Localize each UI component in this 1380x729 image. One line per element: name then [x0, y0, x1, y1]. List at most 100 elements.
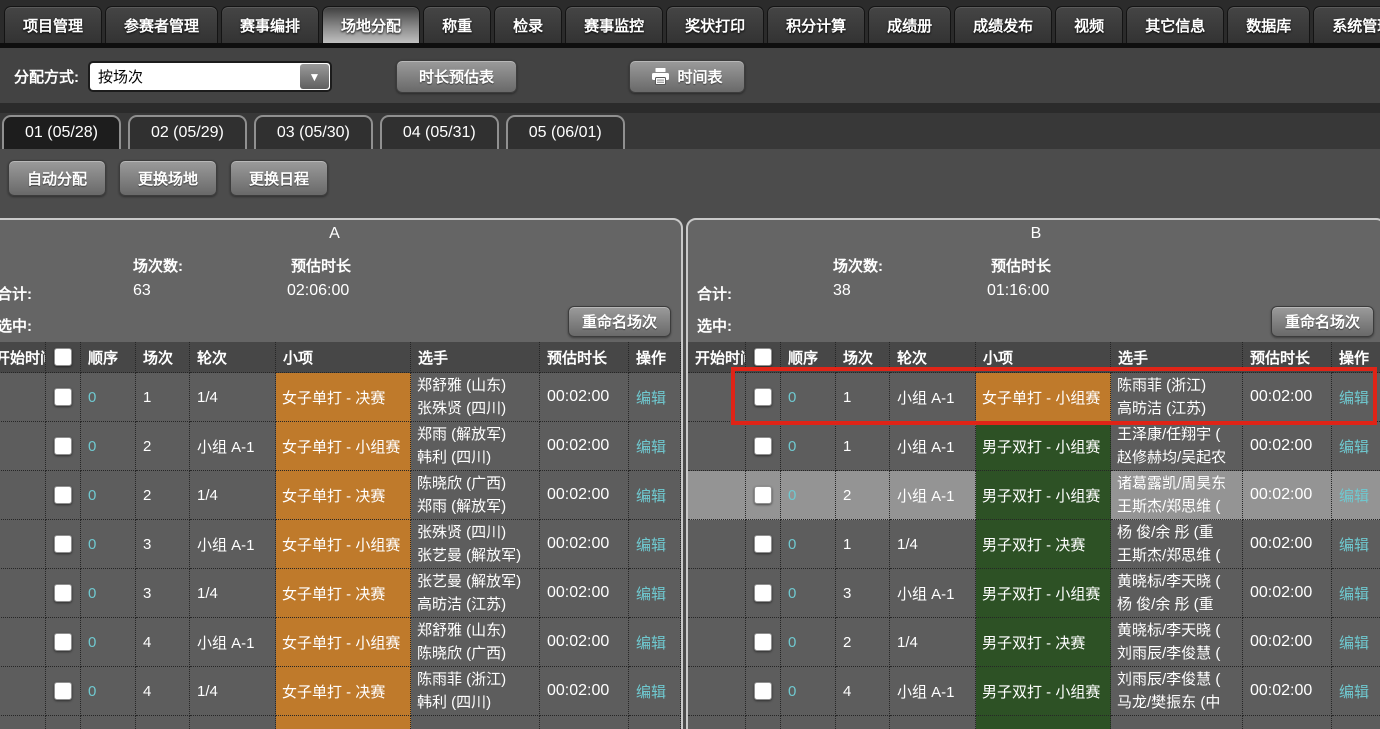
- match-no-cell: [136, 716, 190, 729]
- player-line-1: 诸葛露凯/周昊东: [1117, 472, 1226, 495]
- select-all-checkbox[interactable]: [754, 348, 772, 366]
- row-checkbox[interactable]: [54, 584, 72, 602]
- assign-mode-select[interactable]: 按场次 ▼: [88, 61, 332, 92]
- round-cell: [890, 716, 976, 729]
- timetable-label: 时间表: [677, 66, 722, 87]
- nav-tab-5[interactable]: 称重: [423, 6, 491, 43]
- edit-link[interactable]: 编辑: [629, 569, 681, 618]
- start-time-cell: [688, 373, 746, 422]
- player-line-1: 张艺曼 (解放军): [417, 570, 521, 593]
- date-tab-3[interactable]: 03 (05/30): [254, 115, 373, 149]
- start-time-cell: [0, 373, 46, 422]
- nav-tab-8[interactable]: 奖状打印: [666, 6, 764, 43]
- row-checkbox[interactable]: [754, 584, 772, 602]
- row-checkbox[interactable]: [54, 437, 72, 455]
- edit-link[interactable]: 编辑: [629, 667, 681, 716]
- nav-tab-3[interactable]: 赛事编排: [221, 6, 319, 43]
- nav-tab-7[interactable]: 赛事监控: [565, 6, 663, 43]
- player-line-1: 刘雨辰/李俊慧 (: [1117, 668, 1220, 691]
- nav-tab-10[interactable]: 成绩册: [868, 6, 951, 43]
- nav-tab-6[interactable]: 检录: [494, 6, 562, 43]
- duration-cell: [1243, 716, 1332, 729]
- nav-tab-2[interactable]: 参赛者管理: [105, 6, 218, 43]
- round-cell: 1/4: [890, 618, 976, 667]
- rename-match-button[interactable]: 重命名场次: [568, 306, 671, 337]
- edit-link[interactable]: 编辑: [629, 716, 681, 729]
- edit-link[interactable]: 编辑: [1332, 716, 1380, 729]
- change-schedule-button[interactable]: 更换日程: [230, 160, 328, 196]
- row-checkbox[interactable]: [754, 535, 772, 553]
- nav-tab-4[interactable]: 场地分配: [322, 6, 420, 43]
- timetable-button[interactable]: 时间表: [629, 60, 745, 93]
- change-court-button[interactable]: 更换场地: [119, 160, 217, 196]
- row-checkbox[interactable]: [754, 486, 772, 504]
- edit-link[interactable]: 编辑: [1332, 569, 1380, 618]
- column-header-4: 小项: [276, 342, 411, 373]
- date-tab-5[interactable]: 05 (06/01): [506, 115, 625, 149]
- row-checkbox-cell: [46, 618, 81, 667]
- edit-link[interactable]: 编辑: [1332, 422, 1380, 471]
- rename-match-button[interactable]: 重命名场次: [1271, 306, 1374, 337]
- date-tab-2[interactable]: 02 (05/29): [128, 115, 247, 149]
- row-checkbox[interactable]: [54, 535, 72, 553]
- table-row: 女子单打 - 小组赛陈雨菲 (浙江)编辑: [0, 716, 681, 729]
- row-checkbox[interactable]: [754, 437, 772, 455]
- panel-a-header: A 场次数: 预估时长 合计: 63 02:06:00 选中: 重命名场次: [0, 220, 681, 342]
- edit-link[interactable]: 编辑: [629, 520, 681, 569]
- duration-cell: 00:02:00: [540, 520, 629, 569]
- row-checkbox[interactable]: [54, 633, 72, 651]
- edit-link[interactable]: 编辑: [1332, 471, 1380, 520]
- date-tab-4[interactable]: 04 (05/31): [380, 115, 499, 149]
- match-no-cell: 1: [836, 373, 890, 422]
- order-cell: 0: [81, 667, 136, 716]
- row-checkbox[interactable]: [54, 388, 72, 406]
- schedule-table-a: 开始时间顺序场次轮次小项选手预估时长操作011/4女子单打 - 决赛郑舒雅 (山…: [0, 342, 681, 729]
- edit-link[interactable]: 编辑: [1332, 667, 1380, 716]
- nav-tab-12[interactable]: 视频: [1055, 6, 1123, 43]
- edit-link[interactable]: 编辑: [1332, 520, 1380, 569]
- edit-link[interactable]: 编辑: [629, 471, 681, 520]
- nav-tab-9[interactable]: 积分计算: [767, 6, 865, 43]
- player-line-2: 韩利 (四川): [417, 691, 491, 714]
- nav-tab-13[interactable]: 其它信息: [1126, 6, 1224, 43]
- edit-link[interactable]: 编辑: [1332, 373, 1380, 422]
- total-label: 合计:: [0, 283, 32, 304]
- row-checkbox[interactable]: [754, 633, 772, 651]
- select-all-checkbox[interactable]: [54, 348, 72, 366]
- chevron-down-icon[interactable]: ▼: [300, 64, 329, 89]
- nav-tab-14[interactable]: 数据库: [1227, 6, 1310, 43]
- auto-assign-button[interactable]: 自动分配: [8, 160, 106, 196]
- column-header-7: 操作: [1332, 342, 1380, 373]
- match-no-cell: 2: [136, 471, 190, 520]
- start-time-cell: [0, 716, 46, 729]
- duration-cell: 00:02:00: [540, 471, 629, 520]
- match-no-cell: [836, 716, 890, 729]
- date-tab-1[interactable]: 01 (05/28): [2, 115, 121, 149]
- edit-link[interactable]: 编辑: [1332, 618, 1380, 667]
- nav-tab-15[interactable]: 系统管理: [1313, 6, 1380, 43]
- row-checkbox[interactable]: [754, 682, 772, 700]
- round-cell: 小组 A-1: [190, 618, 276, 667]
- column-header-6: 预估时长: [1243, 342, 1332, 373]
- player-line-1: 陈雨菲 (浙江): [1117, 374, 1206, 397]
- row-checkbox[interactable]: [54, 486, 72, 504]
- order-cell: 0: [781, 373, 836, 422]
- row-checkbox-cell: [746, 667, 781, 716]
- start-time-cell: [688, 422, 746, 471]
- edit-link[interactable]: 编辑: [629, 422, 681, 471]
- nav-tab-11[interactable]: 成绩发布: [954, 6, 1052, 43]
- selected-label: 选中:: [0, 315, 32, 336]
- row-checkbox[interactable]: [54, 682, 72, 700]
- nav-tab-1[interactable]: 项目管理: [4, 6, 102, 43]
- duration-estimate-button[interactable]: 时长预估表: [396, 60, 517, 93]
- start-time-cell: [0, 618, 46, 667]
- event-cell: 男子双打 - 决赛: [976, 520, 1111, 569]
- table-row: 04小组 A-1男子双打 - 小组赛刘雨辰/李俊慧 (马龙/樊振东 (中00:0…: [688, 667, 1380, 716]
- match-count-label: 场次数:: [833, 255, 883, 276]
- table-row: 011/4男子双打 - 决赛杨 俊/余 彤 (重王斯杰/郑思维 (00:02:0…: [688, 520, 1380, 569]
- edit-link[interactable]: 编辑: [629, 373, 681, 422]
- player-line-2: 张殊贤 (四川): [417, 397, 506, 420]
- round-cell: 小组 A-1: [890, 422, 976, 471]
- row-checkbox[interactable]: [754, 388, 772, 406]
- edit-link[interactable]: 编辑: [629, 618, 681, 667]
